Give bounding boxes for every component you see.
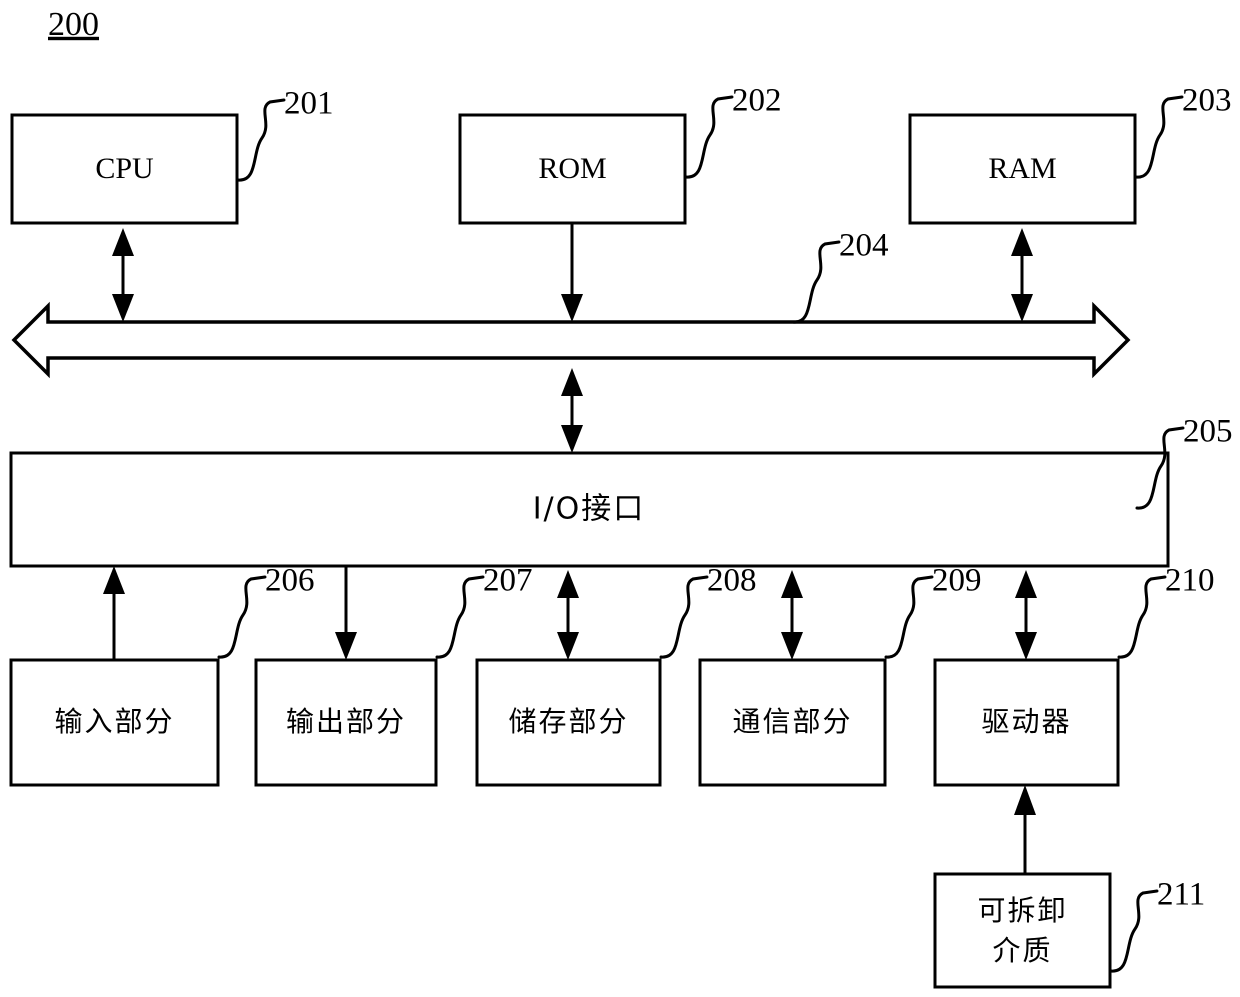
figure-diagram: 200 CPU 201 ROM 202 RAM 203 204 I/O接口 20… [0,0,1240,997]
arrow-head-up [1015,570,1037,598]
block-removable-media-label-line2: 介质 [992,934,1052,967]
block-cpu-label: CPU [95,152,154,185]
block-rom-label: ROM [538,152,606,185]
block-io-interface-label: I/O接口 [533,492,646,527]
block-cpu[interactable]: CPU [10,113,239,225]
leader-208: 208 [659,563,757,659]
leader-211: 211 [1109,877,1205,973]
arrow-head-down [335,632,357,660]
block-removable-media-label-line1: 可拆卸 [977,894,1067,927]
block-io-interface[interactable]: I/O接口 [9,451,1170,568]
leader-209: 209 [884,563,982,659]
block-input-part-label: 输入部分 [54,705,174,738]
block-removable-media[interactable]: 可拆卸 介质 [933,872,1112,989]
arrow-head-down [557,632,579,660]
arrow-head-up [557,570,579,598]
block-removable-media-rect[interactable] [933,872,1112,989]
ref-numeral-208: 208 [707,563,757,599]
leader-206: 206 [217,563,315,659]
ref-numeral-207: 207 [483,563,533,599]
arrow-head-down [561,425,583,453]
arrow-head-up [1011,228,1033,256]
arrow-head-up [1014,785,1036,815]
block-diagram-canvas: 200 CPU 201 ROM 202 RAM 203 204 I/O接口 20… [9,6,1233,989]
ref-numeral-209: 209 [932,563,982,599]
connector-driver-io [1015,570,1037,660]
arrow-head-down [1011,294,1033,322]
leader-207: 207 [435,563,533,659]
block-driver-label: 驱动器 [981,705,1071,738]
connector-io-output [335,566,357,660]
block-communication-part[interactable]: 通信部分 [698,658,887,787]
connector-bus-io [561,368,583,453]
connector-cpu-bus [112,228,134,322]
ref-numeral-201: 201 [284,86,334,122]
arrow-head-down [1015,632,1037,660]
arrow-head-up [112,228,134,256]
ref-numeral-205: 205 [1183,414,1233,450]
block-output-part[interactable]: 输出部分 [254,658,438,787]
connector-rom-bus [561,223,583,322]
arrow-head-up [561,368,583,396]
arrow-head-down [781,632,803,660]
connector-media-driver [1014,785,1036,874]
block-communication-part-label: 通信部分 [732,705,852,738]
leader-203: 203 [1134,83,1232,179]
ref-numeral-204: 204 [839,228,889,264]
leader-201: 201 [236,86,334,182]
leader-204: 204 [791,228,889,324]
connector-comm-io [781,570,803,660]
ref-numeral-203: 203 [1182,83,1232,119]
leader-210: 210 [1117,563,1215,659]
block-ram[interactable]: RAM [908,113,1137,225]
connector-storage-io [557,570,579,660]
ref-numeral-206: 206 [265,563,315,599]
ref-numeral-211: 211 [1157,877,1205,913]
block-rom[interactable]: ROM [458,113,687,225]
arrow-head-down [561,294,583,322]
arrow-head-up [781,570,803,598]
block-storage-part-label: 储存部分 [508,705,628,738]
figure-number-text: 200 [48,6,99,43]
block-input-part[interactable]: 输入部分 [9,658,220,787]
block-output-part-label: 输出部分 [286,705,406,738]
ref-numeral-210: 210 [1165,563,1215,599]
block-ram-label: RAM [988,152,1056,185]
arrow-head-down [112,294,134,322]
arrow-head-up [103,566,125,594]
connector-input-io [103,566,125,660]
block-storage-part[interactable]: 储存部分 [475,658,662,787]
connector-ram-bus [1011,228,1033,322]
block-driver[interactable]: 驱动器 [933,658,1120,787]
leader-202: 202 [684,83,782,179]
figure-number: 200 [48,6,99,43]
ref-numeral-202: 202 [732,83,782,119]
